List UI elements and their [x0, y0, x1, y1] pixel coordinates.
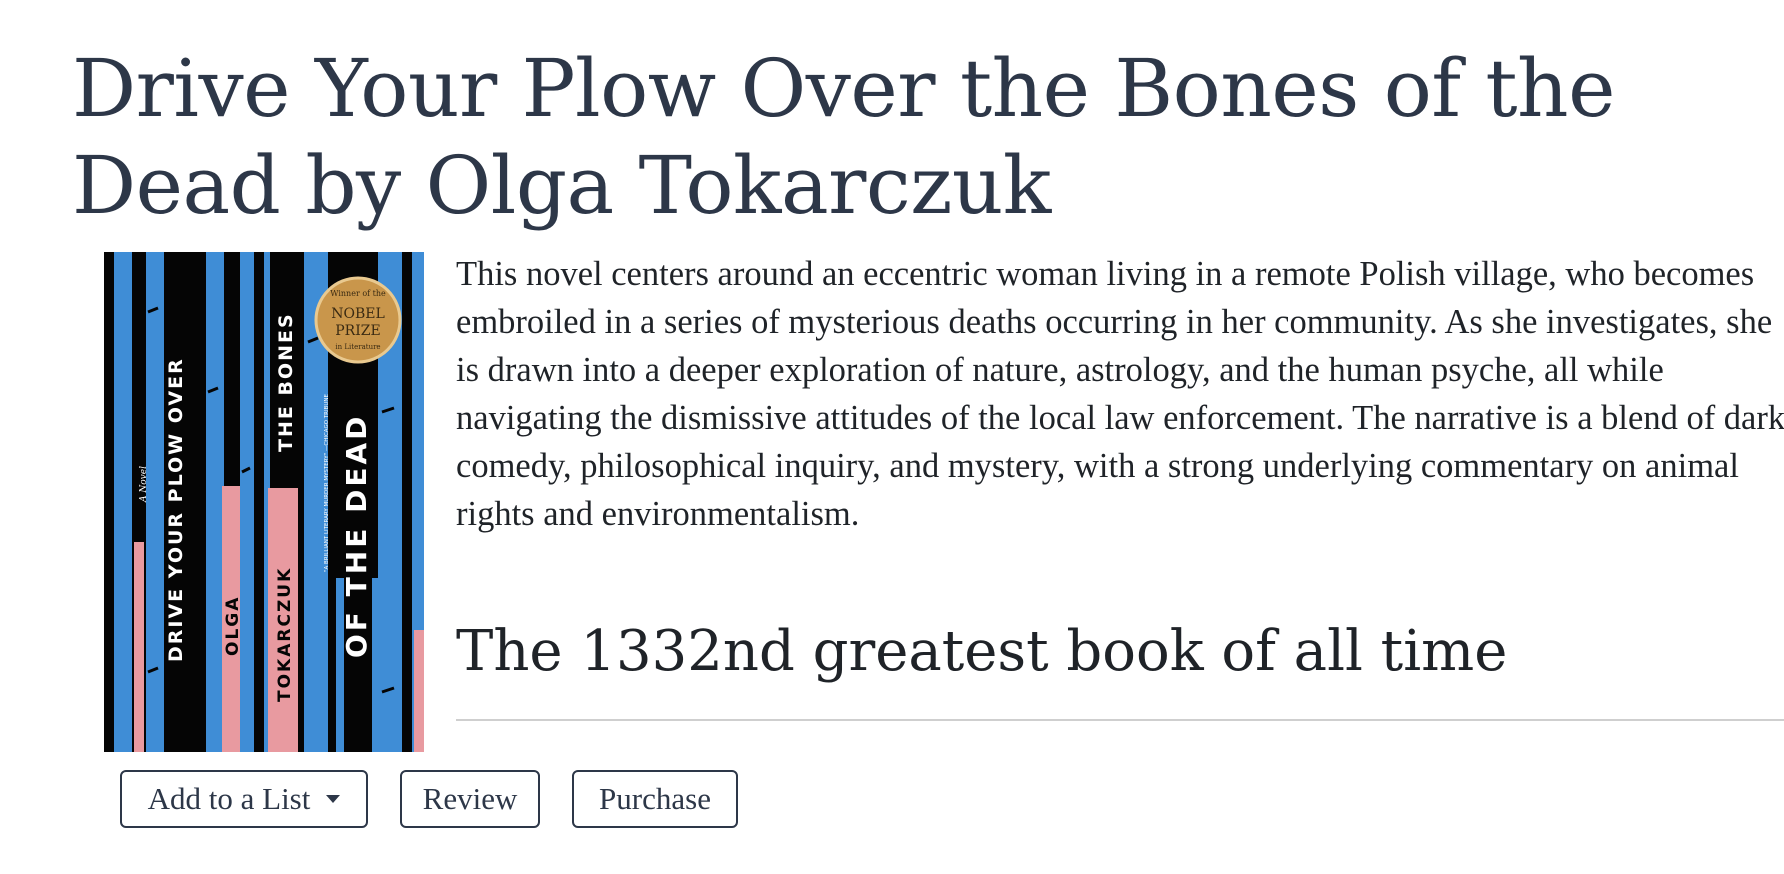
caret-down-icon	[326, 794, 341, 803]
badge-top-text: Winner of the	[330, 289, 386, 298]
book-rank: The 1332nd greatest book of all time	[456, 619, 1508, 684]
add-to-list-button[interactable]: Add to a List	[120, 770, 368, 828]
book-title: Drive Your Plow Over the Bones of the De…	[72, 42, 1615, 232]
cover-author-last: TOKARCZUK	[275, 567, 295, 702]
cover-art: Winner of the NOBEL PRIZE in Literature …	[104, 252, 424, 752]
review-button[interactable]: Review	[400, 770, 540, 828]
badge-bottom-text: in Literature	[335, 343, 380, 351]
add-to-list-label: Add to a List	[147, 781, 311, 816]
book-page: Drive Your Plow Over the Bones of the De…	[0, 0, 1784, 874]
cover-line-3: OF THE DEAD	[340, 414, 373, 658]
cover-blurb: "A BRILLIANT LITERARY MURDER MYSTERY" —C…	[324, 393, 330, 572]
badge-main-2: PRIZE	[335, 323, 380, 339]
cover-author-first: OLGA	[223, 596, 243, 656]
badge-main-1: NOBEL	[331, 306, 385, 322]
cover-line-1: DRIVE YOUR PLOW OVER	[165, 357, 187, 662]
book-description: This novel centers around an eccentric w…	[456, 255, 1784, 533]
cover-line-2: THE BONES	[275, 312, 297, 452]
divider	[456, 719, 1784, 721]
cover-tag: A Novel	[139, 466, 149, 503]
book-cover-image: Winner of the NOBEL PRIZE in Literature …	[104, 252, 424, 752]
purchase-button[interactable]: Purchase	[572, 770, 738, 828]
